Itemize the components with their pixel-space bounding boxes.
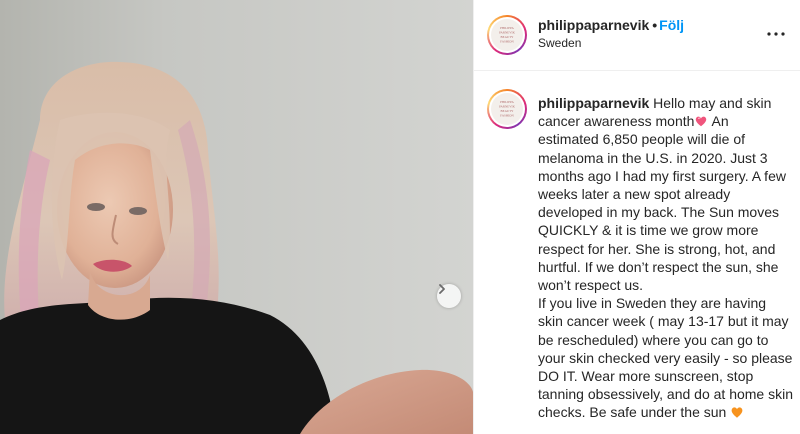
caption-text-part3: If you live in Sweden they are having sk…: [538, 295, 797, 421]
caption-text-part2: An estimated 6,850 people will die of me…: [538, 113, 790, 294]
svg-text:FASHION: FASHION: [500, 40, 514, 44]
post-header: PHILIPPA PARNEVIK BEAUTY FASHION philipp…: [474, 0, 800, 71]
brand-logo: PHILIPPA PARNEVIK BEAUTY FASHION: [499, 26, 516, 44]
follow-button[interactable]: Följ: [659, 17, 684, 33]
location-link[interactable]: Sweden: [538, 36, 581, 50]
post-photo[interactable]: [0, 0, 473, 434]
svg-text:PARNEVIK: PARNEVIK: [499, 105, 516, 109]
svg-text:BEAUTY: BEAUTY: [501, 35, 515, 39]
svg-text:PHILIPPA: PHILIPPA: [500, 26, 514, 30]
carousel-next-button[interactable]: [437, 284, 461, 308]
username-link[interactable]: philippaparnevik: [538, 17, 649, 33]
more-options-button[interactable]: [764, 22, 788, 46]
svg-text:FASHION: FASHION: [500, 114, 514, 118]
instagram-post: PHILIPPA PARNEVIK BEAUTY FASHION philipp…: [0, 0, 800, 434]
sparkling-heart-emoji: [696, 116, 707, 127]
caption-username-link[interactable]: philippaparnevik: [538, 95, 649, 111]
brand-logo: PHILIPPA PARNEVIK BEAUTY FASHION: [499, 100, 516, 118]
svg-text:PARNEVIK: PARNEVIK: [499, 31, 516, 35]
svg-text:PHILIPPA: PHILIPPA: [500, 100, 514, 104]
separator-dot: •: [652, 17, 658, 33]
orange-heart-emoji: [731, 407, 743, 419]
svg-text:BEAUTY: BEAUTY: [501, 109, 515, 113]
caption-avatar[interactable]: PHILIPPA PARNEVIK BEAUTY FASHION: [487, 89, 527, 129]
portrait-photo: [0, 0, 473, 434]
post-caption: PHILIPPA PARNEVIK BEAUTY FASHION philipp…: [474, 71, 800, 434]
more-horizontal-icon: [767, 32, 785, 36]
chevron-right-icon: [439, 284, 445, 294]
header-user-line: philippaparnevik • Följ: [538, 16, 684, 34]
post-side-panel: PHILIPPA PARNEVIK BEAUTY FASHION philipp…: [473, 0, 800, 434]
avatar[interactable]: PHILIPPA PARNEVIK BEAUTY FASHION: [487, 15, 527, 55]
caption-text: philippaparnevik Hello may and skin canc…: [538, 94, 793, 422]
